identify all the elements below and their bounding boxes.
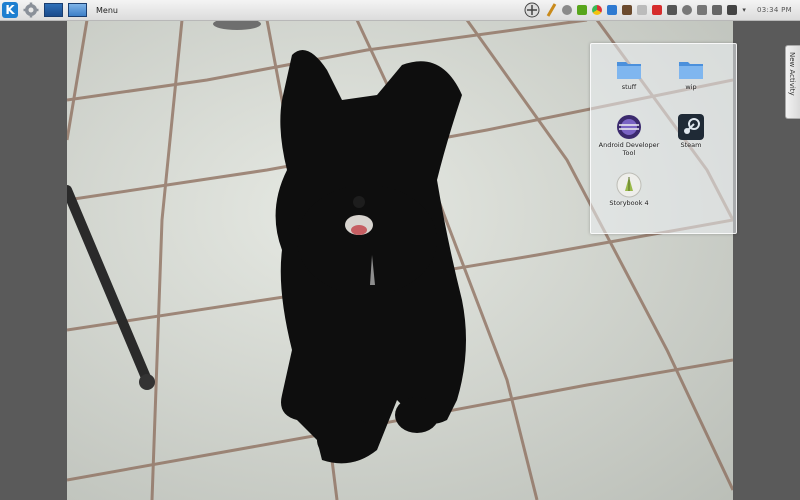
files-icon[interactable]	[622, 5, 633, 15]
printer-icon[interactable]	[727, 5, 738, 15]
item-label: Android Developer Tool	[598, 141, 660, 157]
menu-label[interactable]: Menu	[96, 6, 118, 15]
top-panel: K Menu ▾ 03:34 PM	[0, 0, 800, 21]
bookmark-icon[interactable]	[607, 5, 618, 15]
dog-figure	[275, 50, 466, 464]
pager-desktop-2[interactable]	[68, 3, 87, 17]
cloud-icon[interactable]	[637, 5, 648, 15]
desktop-item-stuff[interactable]: stuff	[594, 56, 664, 91]
folder-icon	[677, 56, 705, 82]
chat-icon[interactable]	[562, 5, 573, 15]
desktop-item-storybook-4[interactable]: Storybook 4	[594, 172, 664, 207]
tools-icon[interactable]	[667, 5, 678, 15]
item-label: Storybook 4	[609, 199, 649, 207]
pen-icon[interactable]	[545, 2, 557, 18]
steam-icon	[677, 114, 705, 140]
network-icon[interactable]	[524, 2, 540, 18]
desktop-item-android-developer-tool[interactable]: Android Developer Tool	[594, 114, 664, 157]
battery-icon[interactable]	[577, 5, 588, 15]
new-activity-tab[interactable]: New Activity	[785, 45, 800, 119]
settings-gear-icon[interactable]	[23, 2, 39, 18]
desktop-item-wip[interactable]: wip	[656, 56, 726, 91]
eclipse-icon	[615, 114, 643, 140]
clock[interactable]: 03:34 PM	[757, 6, 792, 14]
tray-arrow-icon[interactable]: ▾	[742, 6, 746, 14]
sync-icon[interactable]	[697, 5, 708, 15]
kde-launcher-button[interactable]: K	[2, 2, 18, 18]
item-label: Steam	[680, 141, 702, 149]
item-label: stuff	[621, 83, 637, 91]
desktop-item-steam[interactable]: Steam	[656, 114, 726, 149]
game-icon[interactable]	[652, 5, 663, 15]
folder-icon	[615, 56, 643, 82]
pager-desktop-1[interactable]	[44, 3, 63, 17]
chrome-icon[interactable]	[592, 5, 603, 15]
system-tray: ▾ 03:34 PM	[524, 1, 792, 19]
item-label: wip	[685, 83, 697, 91]
new-activity-label: New Activity	[788, 52, 796, 96]
panel-left: K Menu	[2, 1, 118, 19]
bluetooth-icon[interactable]	[712, 5, 723, 15]
storybook-icon	[615, 172, 643, 198]
folder-view-widget: stuff wip Android Developer Tool Steam S…	[590, 43, 737, 234]
audio-icon[interactable]	[682, 5, 693, 15]
